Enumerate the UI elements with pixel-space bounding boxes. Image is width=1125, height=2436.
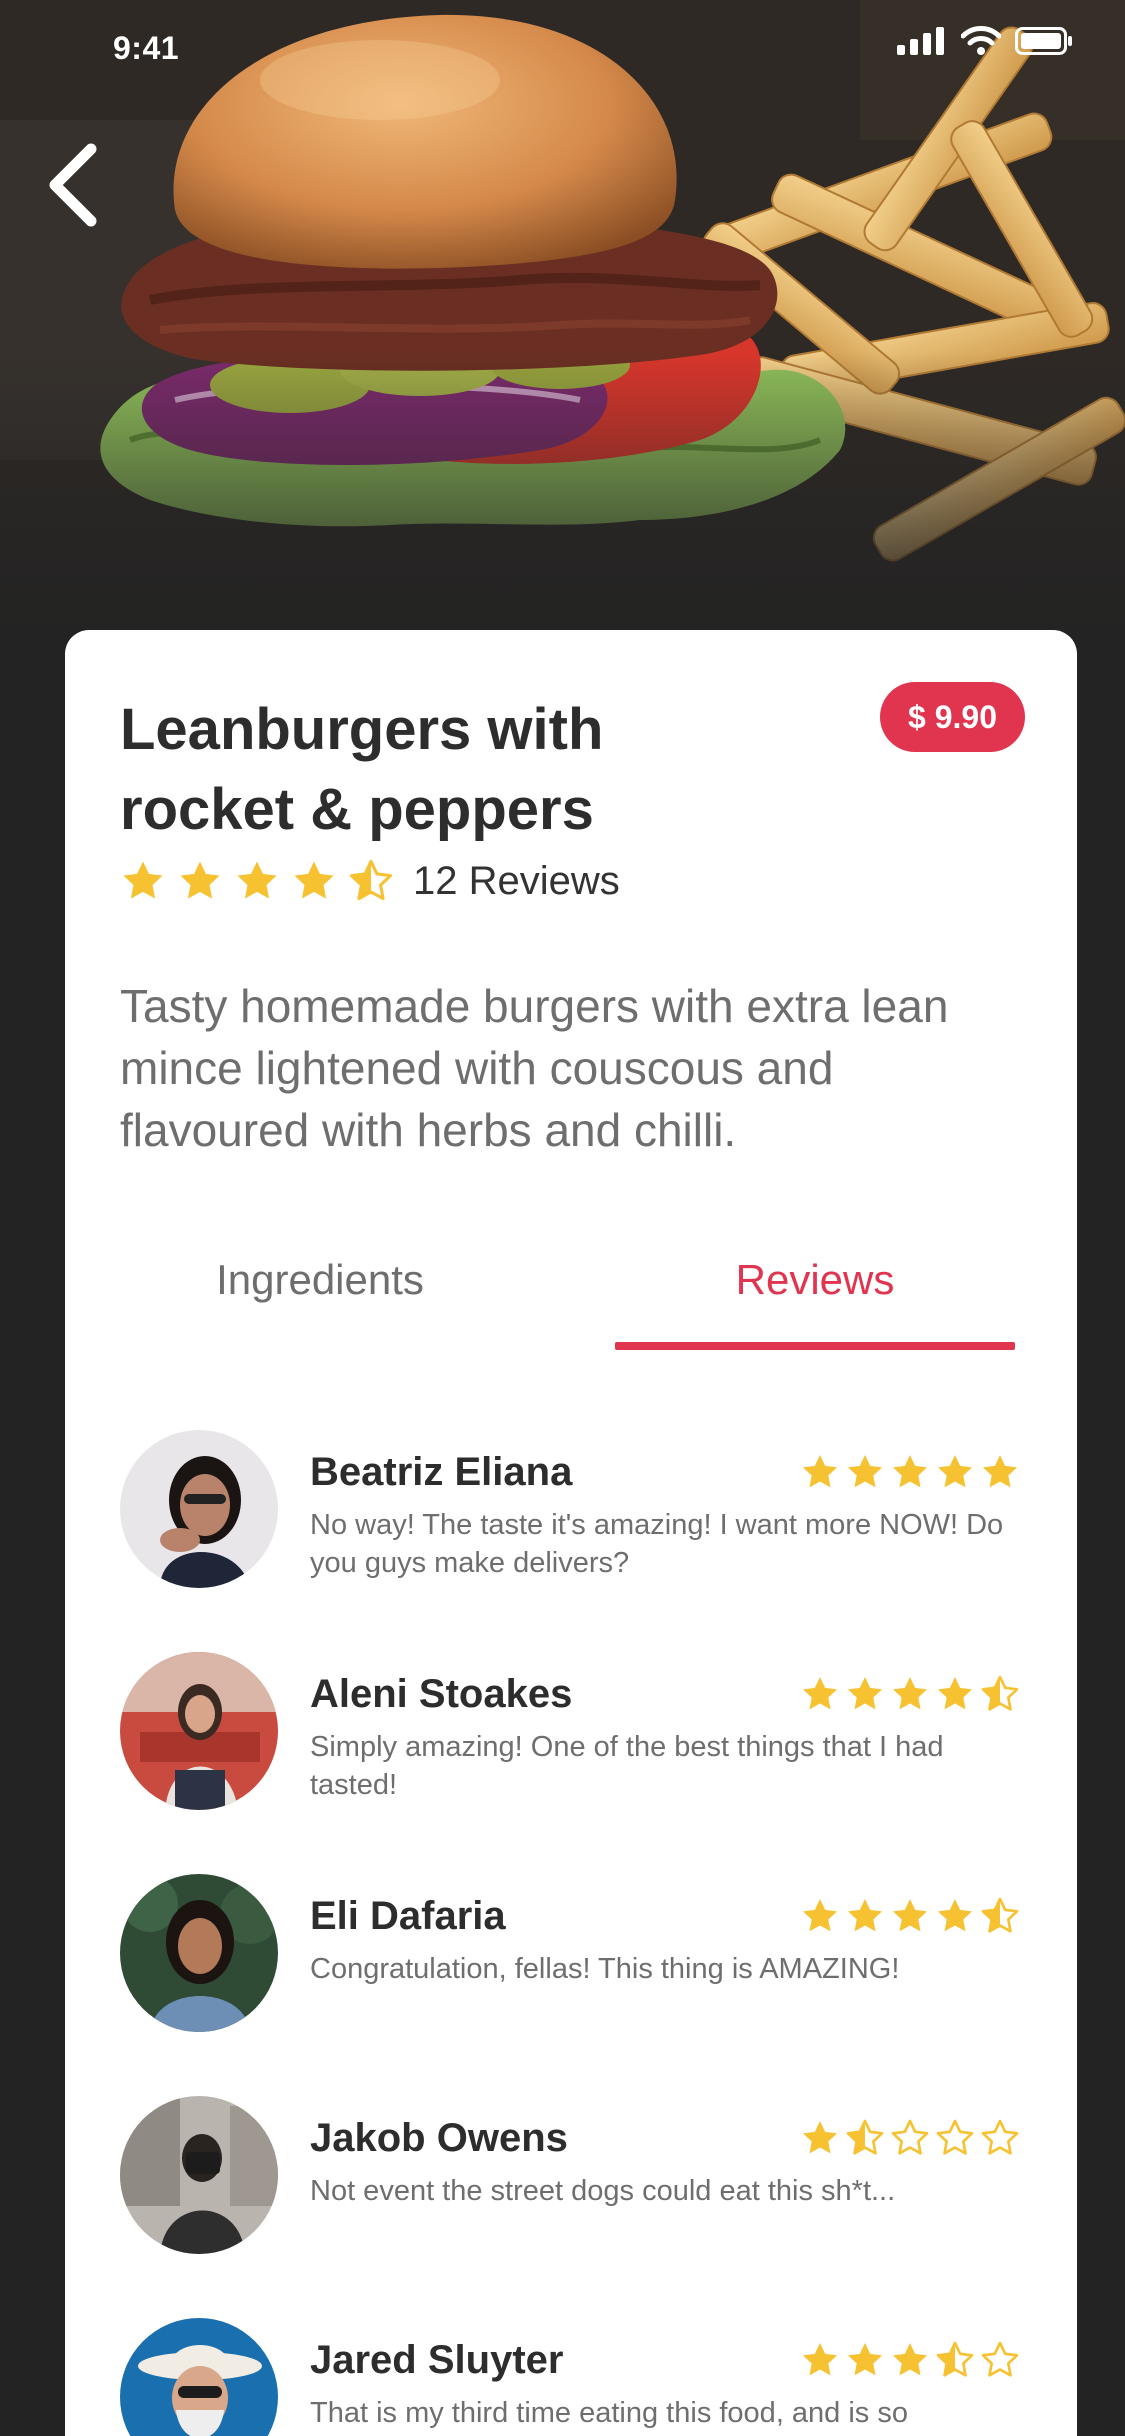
- review-item[interactable]: Beatriz Eliana No way! The taste it's am…: [120, 1430, 1020, 1652]
- avatar-aleni-image: [120, 1652, 278, 1810]
- review-item[interactable]: Jakob Owens Not event the street dogs co…: [120, 2096, 1020, 2318]
- star-full-icon: [983, 1455, 1017, 1488]
- reviewer-name: Beatriz Eliana: [310, 1450, 573, 1494]
- product-title: Leanburgers with rocket & peppers: [120, 697, 604, 842]
- avatar-eli-image: [120, 1874, 278, 2032]
- star-full-icon: [803, 2121, 837, 2154]
- avatar: [120, 1430, 278, 1588]
- avatar: [120, 2096, 278, 2254]
- review-text: That is my third time eating this food, …: [310, 2397, 908, 2429]
- avatar-beatriz-image: [120, 1430, 278, 1588]
- review-item[interactable]: Aleni Stoakes Simply amazing! One of the…: [120, 1652, 1020, 1874]
- reviews-count[interactable]: 12 Reviews: [413, 859, 620, 904]
- signal-icon: [897, 27, 944, 55]
- star-full-icon: [893, 1899, 927, 1932]
- product-description: Tasty homemade burgers with extra lean m…: [120, 980, 949, 1156]
- reviewer-name: Jared Sluyter: [310, 2338, 564, 2382]
- star-full-icon: [123, 861, 163, 899]
- review-item[interactable]: Jared Sluyter That is my third time eati…: [120, 2318, 1020, 2436]
- review-rating-stars: [795, 2118, 1020, 2158]
- review-text: Congratulation, fellas! This thing is AM…: [310, 1953, 900, 1985]
- star-empty-icon: [936, 2119, 974, 2155]
- star-half-icon: [349, 859, 393, 901]
- avatar: [120, 2318, 278, 2436]
- star-half-icon: [846, 2119, 884, 2155]
- star-half-icon: [981, 1897, 1019, 1933]
- price-badge: $ 9.90: [880, 682, 1025, 752]
- star-full-icon: [938, 1899, 972, 1932]
- review-list: Beatriz Eliana No way! The taste it's am…: [120, 1430, 1020, 2436]
- tab-ingredients[interactable]: Ingredients: [120, 1250, 520, 1350]
- reviewer-name: Aleni Stoakes: [310, 1672, 573, 1716]
- avatar-jared-image: [120, 2318, 278, 2436]
- reviewer-name: Jakob Owens: [310, 2116, 568, 2160]
- back-button[interactable]: [38, 140, 108, 230]
- star-full-icon: [893, 2343, 927, 2376]
- tab-bar: Ingredients Reviews: [120, 1250, 1020, 1350]
- battery-icon: [1015, 27, 1072, 55]
- review-rating-stars: [795, 1674, 1020, 1714]
- review-text: Simply amazing! One of the best things t…: [310, 1731, 944, 1801]
- review-text: No way! The taste it's amazing! I want m…: [310, 1509, 1004, 1579]
- star-empty-icon: [891, 2119, 929, 2155]
- star-full-icon: [803, 1677, 837, 1710]
- status-bar: 9:41: [0, 0, 1125, 100]
- wifi-icon: [961, 26, 1001, 55]
- star-full-icon: [893, 1455, 927, 1488]
- avatar: [120, 1874, 278, 2032]
- tab-reviews[interactable]: Reviews: [615, 1250, 1015, 1350]
- star-full-icon: [803, 1899, 837, 1932]
- star-full-icon: [938, 1677, 972, 1710]
- star-full-icon: [848, 1677, 882, 1710]
- product-card: Leanburgers with rocket & peppers $ 9.90…: [65, 630, 1077, 2436]
- active-tab-indicator: [615, 1342, 1015, 1350]
- star-full-icon: [803, 2343, 837, 2376]
- review-text: Not event the street dogs could eat this…: [310, 2175, 896, 2207]
- status-time: 9:41: [113, 30, 180, 66]
- chevron-left-icon: [49, 143, 97, 227]
- star-half-icon: [981, 1675, 1019, 1711]
- tab-reviews-label: Reviews: [735, 1256, 895, 1303]
- review-rating-stars: [795, 1896, 1020, 1936]
- star-full-icon: [848, 1899, 882, 1932]
- star-full-icon: [848, 2343, 882, 2376]
- review-item[interactable]: Eli Dafaria Congratulation, fellas! This…: [120, 1874, 1020, 2096]
- star-full-icon: [803, 1455, 837, 1488]
- star-full-icon: [180, 861, 220, 899]
- product-rating: 12 Reviews: [120, 858, 620, 904]
- star-empty-icon: [981, 2119, 1019, 2155]
- review-rating-stars: [795, 1452, 1020, 1492]
- reviewer-name: Eli Dafaria: [310, 1894, 506, 1938]
- review-rating-stars: [795, 2340, 1020, 2380]
- star-full-icon: [938, 1455, 972, 1488]
- star-full-icon: [893, 1677, 927, 1710]
- status-icons: [897, 26, 1073, 56]
- star-half-icon: [936, 2341, 974, 2377]
- avatar: [120, 1652, 278, 1810]
- star-empty-icon: [981, 2341, 1019, 2377]
- avatar-jakob-image: [120, 2096, 278, 2254]
- rating-stars: [120, 858, 405, 904]
- star-full-icon: [237, 861, 277, 899]
- star-full-icon: [848, 1455, 882, 1488]
- star-full-icon: [294, 861, 334, 899]
